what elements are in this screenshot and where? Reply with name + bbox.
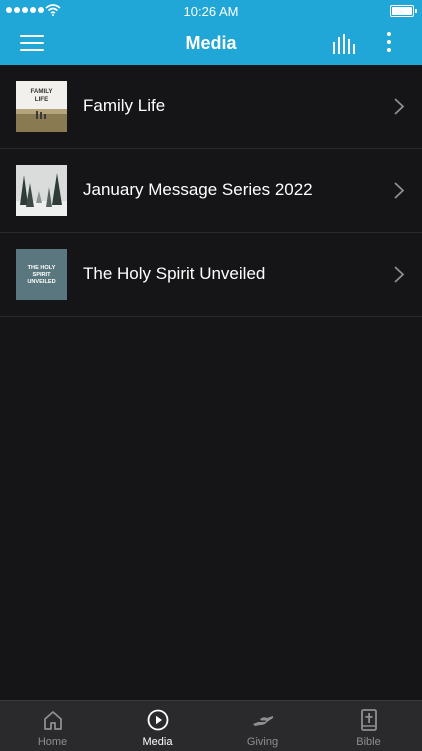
tab-giving[interactable]: Giving (210, 701, 315, 751)
thumb-text: UNVEILED (27, 279, 55, 285)
thumb-text: SPIRIT (32, 272, 51, 278)
status-bar: 10:26 AM (0, 0, 422, 22)
giving-hand-icon (253, 716, 273, 726)
chevron-right-icon (394, 266, 404, 283)
tab-bible[interactable]: Bible (316, 701, 421, 751)
media-title: The Holy Spirit Unveiled (83, 264, 266, 283)
list-item[interactable]: THE HOLY SPIRIT UNVEILED The Holy Spirit… (0, 233, 422, 317)
thumb-text: FAMILY (30, 88, 53, 95)
nav-bar: Media (0, 22, 422, 65)
tab-label: Giving (246, 736, 279, 748)
tab-home[interactable]: Home (0, 701, 105, 751)
media-title: January Message Series 2022 (83, 180, 313, 199)
tab-label: Media (142, 736, 173, 748)
thumb-text: LIFE (35, 96, 48, 103)
tab-bar: Home Media Giving Bible (0, 700, 422, 751)
play-circle-icon (147, 709, 169, 731)
list-item[interactable]: FAMILY LIFE Family Life (0, 65, 422, 149)
status-time: 10:26 AM (183, 4, 239, 19)
family-life-thumbnail: FAMILY LIFE (16, 81, 67, 132)
tab-media[interactable]: Media (105, 701, 210, 751)
media-list: FAMILY LIFE Family Life January Message … (0, 65, 422, 317)
tab-label: Bible (356, 736, 381, 748)
tab-label: Home (37, 736, 68, 748)
media-title: Family Life (83, 96, 166, 115)
bible-icon (361, 709, 377, 731)
chevron-right-icon (394, 98, 404, 115)
battery-icon (390, 5, 417, 17)
audio-bars-icon[interactable] (332, 34, 358, 54)
holy-spirit-thumbnail: THE HOLY SPIRIT UNVEILED (16, 249, 67, 300)
thumb-text: THE HOLY (28, 265, 56, 271)
chevron-right-icon (394, 182, 404, 199)
home-icon (44, 711, 62, 730)
list-item[interactable]: January Message Series 2022 (0, 149, 422, 233)
january-series-thumbnail (16, 165, 67, 216)
page-title: Media (185, 33, 237, 53)
more-vertical-icon[interactable] (383, 32, 395, 56)
